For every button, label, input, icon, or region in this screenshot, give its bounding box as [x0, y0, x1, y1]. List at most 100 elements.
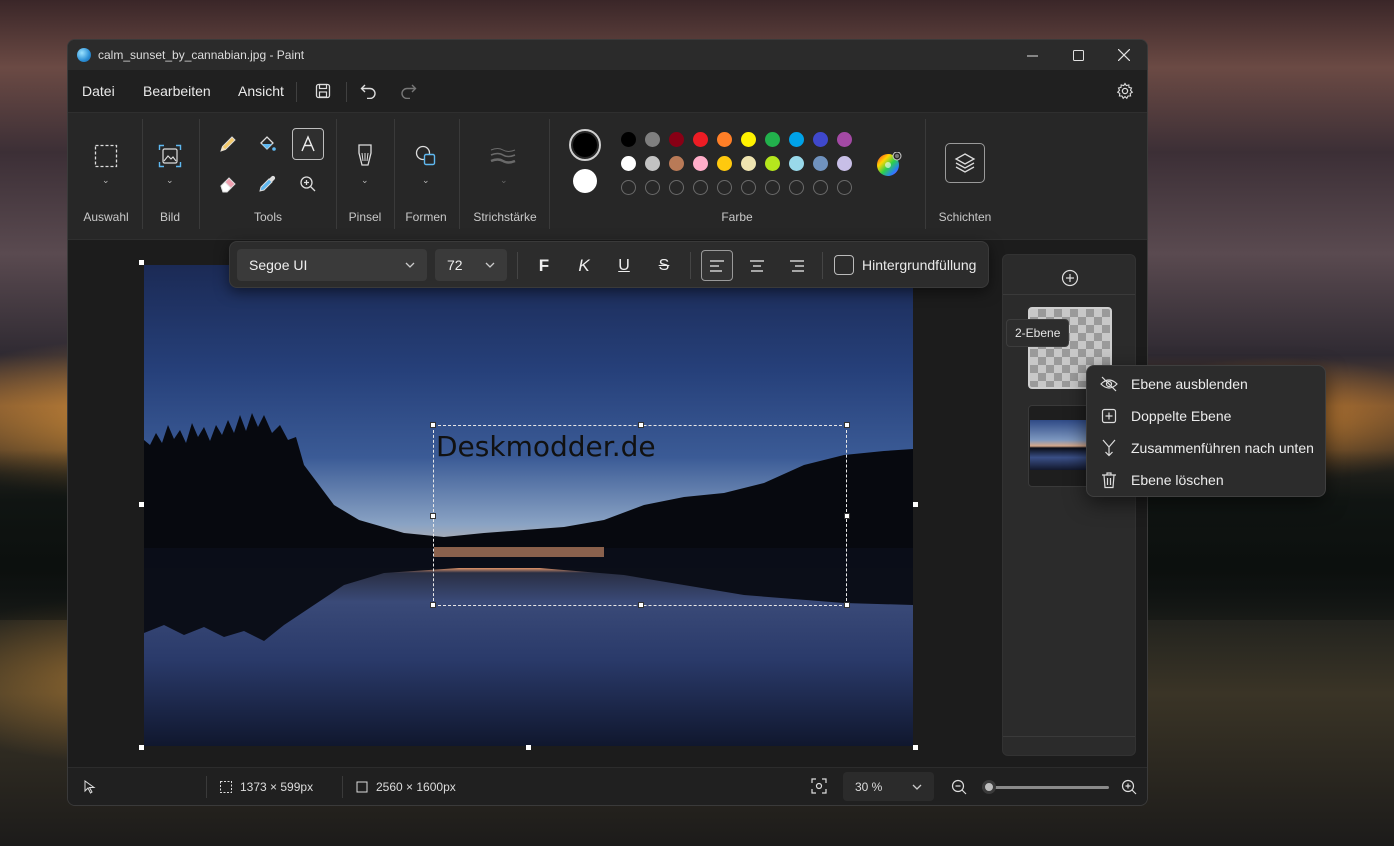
- color-swatch[interactable]: [837, 156, 852, 171]
- brush-button[interactable]: [353, 142, 377, 170]
- zoom-dropdown[interactable]: 30 %: [843, 772, 934, 801]
- color-swatch[interactable]: [741, 156, 756, 171]
- zoom-in-button[interactable]: [1121, 779, 1137, 795]
- font-size-dropdown[interactable]: 72: [435, 249, 507, 281]
- chevron-down-icon[interactable]: ⌄: [361, 175, 369, 186]
- italic-button[interactable]: K: [568, 250, 600, 281]
- custom-color-slot[interactable]: [693, 180, 708, 195]
- resize-handle[interactable]: [430, 422, 436, 428]
- menu-item-delete-layer[interactable]: Ebene löschen: [1087, 464, 1327, 496]
- custom-color-slot[interactable]: [669, 180, 684, 195]
- magnifier-tool[interactable]: [296, 172, 320, 196]
- underline-button[interactable]: U: [608, 250, 640, 281]
- canvas-resize-handle[interactable]: [139, 745, 144, 750]
- canvas-resize-handle[interactable]: [526, 745, 531, 750]
- image-button[interactable]: [158, 144, 182, 168]
- chevron-down-icon[interactable]: ⌄: [166, 175, 174, 186]
- color-swatch[interactable]: [741, 132, 756, 147]
- color-swatch[interactable]: [669, 132, 684, 147]
- align-right-button[interactable]: [781, 250, 813, 281]
- minimize-button[interactable]: [1009, 40, 1055, 70]
- custom-color-slot[interactable]: [741, 180, 756, 195]
- align-left-button[interactable]: [701, 250, 733, 281]
- background-fill-checkbox[interactable]: [834, 255, 854, 275]
- color-swatch[interactable]: [837, 132, 852, 147]
- pencil-tool[interactable]: [216, 132, 240, 156]
- color-swatch[interactable]: [645, 132, 660, 147]
- text-selection-box[interactable]: Deskmodder.de: [430, 422, 850, 608]
- custom-color-slot[interactable]: [813, 180, 828, 195]
- custom-color-slot[interactable]: [645, 180, 660, 195]
- add-layer-button[interactable]: [1060, 268, 1080, 288]
- color-swatch[interactable]: [717, 132, 732, 147]
- color-picker-tool[interactable]: [255, 172, 279, 196]
- canvas-resize-handle[interactable]: [913, 502, 918, 507]
- canvas-resize-handle[interactable]: [139, 502, 144, 507]
- canvas-image[interactable]: Deskmodder.de: [144, 265, 913, 746]
- chevron-down-icon[interactable]: ⌄: [102, 175, 110, 186]
- canvas-resize-handle[interactable]: [139, 260, 144, 265]
- color-swatch[interactable]: [621, 156, 636, 171]
- edit-colors-button[interactable]: [876, 152, 902, 178]
- color-swatch[interactable]: [789, 132, 804, 147]
- color-swatch[interactable]: [693, 132, 708, 147]
- resize-handle[interactable]: [844, 602, 850, 608]
- custom-color-slot[interactable]: [789, 180, 804, 195]
- color-swatch[interactable]: [789, 156, 804, 171]
- primary-color-button[interactable]: [569, 129, 601, 161]
- custom-color-slot[interactable]: [765, 180, 780, 195]
- settings-button[interactable]: [1112, 79, 1138, 103]
- layers-button[interactable]: [945, 143, 985, 183]
- resize-handle[interactable]: [430, 513, 436, 519]
- stroke-width-icon: [490, 148, 516, 164]
- selection-button[interactable]: [94, 144, 118, 168]
- secondary-color-button[interactable]: [573, 169, 597, 193]
- stroke-size-button[interactable]: [489, 146, 517, 166]
- color-swatch[interactable]: [669, 156, 684, 171]
- chevron-down-icon[interactable]: ⌄: [422, 175, 430, 186]
- resize-handle[interactable]: [430, 602, 436, 608]
- color-swatch[interactable]: [645, 156, 660, 171]
- save-button[interactable]: [310, 79, 336, 103]
- color-swatch[interactable]: [765, 132, 780, 147]
- canvas-text[interactable]: Deskmodder.de: [436, 430, 656, 463]
- resize-handle[interactable]: [844, 422, 850, 428]
- menu-file[interactable]: Datei: [82, 83, 115, 99]
- color-swatch[interactable]: [621, 132, 636, 147]
- align-center-button[interactable]: [741, 250, 773, 281]
- eraser-tool[interactable]: [216, 172, 240, 196]
- resize-handle[interactable]: [638, 422, 644, 428]
- menu-item-merge-down[interactable]: Zusammenführen nach unten: [1087, 432, 1327, 464]
- fill-tool[interactable]: [255, 132, 279, 156]
- font-family-dropdown[interactable]: Segoe UI: [237, 249, 427, 281]
- chevron-down-icon[interactable]: ⌄: [500, 175, 508, 186]
- color-swatch[interactable]: [813, 132, 828, 147]
- zoom-slider-thumb[interactable]: [982, 780, 997, 794]
- zoom-out-button[interactable]: [951, 779, 967, 795]
- color-swatch[interactable]: [765, 156, 780, 171]
- zoom-slider[interactable]: [982, 780, 1109, 794]
- strikethrough-button[interactable]: S: [648, 250, 680, 281]
- canvas-resize-handle[interactable]: [913, 745, 918, 750]
- resize-handle[interactable]: [638, 602, 644, 608]
- bold-button[interactable]: F: [528, 250, 560, 281]
- menu-item-label: Ebene löschen: [1131, 472, 1224, 488]
- menu-view[interactable]: Ansicht: [238, 83, 284, 99]
- shapes-button[interactable]: [414, 144, 438, 168]
- color-swatch[interactable]: [717, 156, 732, 171]
- menu-item-hide-layer[interactable]: Ebene ausblenden: [1087, 368, 1327, 400]
- undo-button[interactable]: [356, 79, 382, 103]
- resize-handle[interactable]: [844, 513, 850, 519]
- menu-edit[interactable]: Bearbeiten: [143, 83, 211, 99]
- redo-button[interactable]: [395, 79, 421, 103]
- maximize-button[interactable]: [1055, 40, 1101, 70]
- color-swatch[interactable]: [813, 156, 828, 171]
- custom-color-slot[interactable]: [837, 180, 852, 195]
- color-swatch[interactable]: [693, 156, 708, 171]
- custom-color-slot[interactable]: [621, 180, 636, 195]
- custom-color-slot[interactable]: [717, 180, 732, 195]
- text-tool[interactable]: [292, 128, 324, 160]
- fit-to-window-button[interactable]: [811, 778, 827, 794]
- close-button[interactable]: [1101, 40, 1147, 70]
- menu-item-duplicate-layer[interactable]: Doppelte Ebene: [1087, 400, 1327, 432]
